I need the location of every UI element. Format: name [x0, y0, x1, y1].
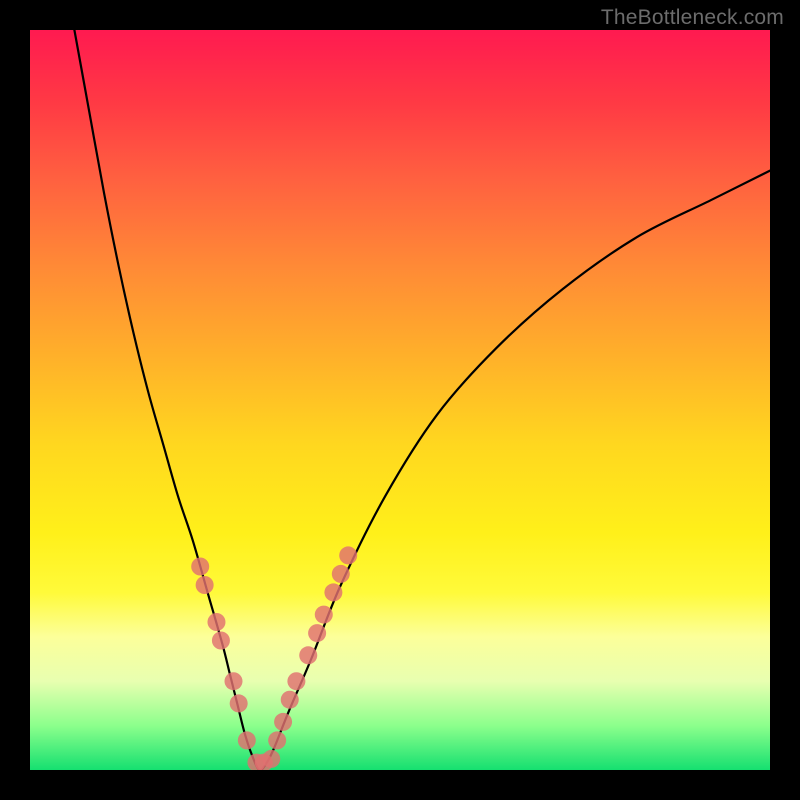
data-marker — [315, 606, 333, 624]
data-marker — [196, 576, 214, 594]
bottleneck-curve — [74, 30, 770, 770]
data-marker — [230, 694, 248, 712]
data-marker — [225, 672, 243, 690]
data-marker — [207, 613, 225, 631]
data-marker — [332, 565, 350, 583]
data-marker — [212, 632, 230, 650]
chart-container: TheBottleneck.com — [0, 0, 800, 800]
data-marker — [274, 713, 292, 731]
curve-layer — [30, 30, 770, 770]
data-marker — [324, 583, 342, 601]
data-marker — [287, 672, 305, 690]
data-marker — [238, 731, 256, 749]
data-marker — [339, 546, 357, 564]
data-marker — [308, 624, 326, 642]
data-marker — [268, 731, 286, 749]
data-marker — [299, 646, 317, 664]
plot-area — [30, 30, 770, 770]
watermark-text: TheBottleneck.com — [601, 6, 784, 30]
data-marker — [191, 558, 209, 576]
data-marker — [281, 691, 299, 709]
marker-group — [191, 546, 357, 770]
data-marker — [262, 750, 280, 768]
